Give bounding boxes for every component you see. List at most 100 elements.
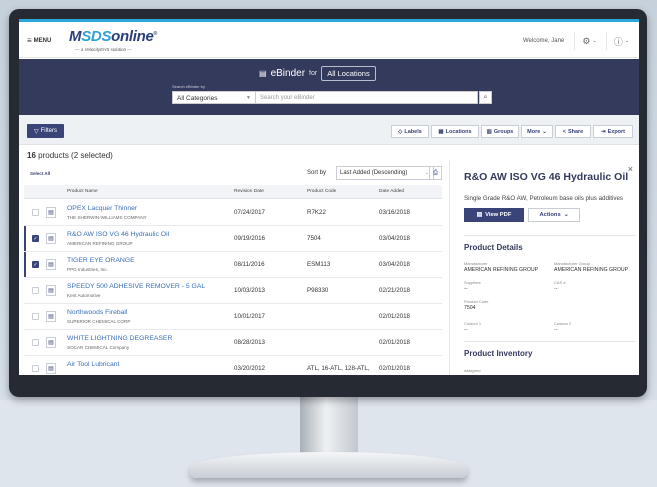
revision-date: 10/01/2017 (234, 313, 265, 320)
table-row[interactable]: ▤ Air Tool Lubricant 03/20/2012 ATL, 16-ATL… (24, 356, 442, 375)
document-icon[interactable]: ▤ (46, 337, 56, 348)
settings-menu[interactable]: ⚙ ⌄ (574, 32, 604, 50)
detail-description: Single Grade R&O AW, Petroleum base oils… (464, 195, 624, 202)
sort-select[interactable]: Last Added (Descending) ⌄ (336, 166, 434, 180)
row-checkbox[interactable] (32, 339, 39, 346)
labels-button[interactable]: ◇ Labels (391, 125, 429, 138)
revision-date: 09/19/2016 (234, 235, 265, 242)
product-name-link[interactable]: WHITE LIGHTNING DEGREASER (67, 335, 172, 342)
print-button[interactable]: ⎙ (429, 166, 442, 180)
revision-date: 10/03/2013 (234, 287, 265, 294)
product-name-link[interactable]: Northwoods Fireball (67, 309, 127, 316)
category-select[interactable]: All Categories ▼ (172, 91, 256, 104)
col-date-added[interactable]: Date Added (379, 189, 404, 194)
actions-button[interactable]: Actions ⌄ (528, 208, 580, 222)
custom2-label: Custom 2 (554, 321, 572, 326)
share-icon: < (562, 128, 566, 135)
col-revision-date[interactable]: Revision Date (234, 189, 264, 194)
cas-label: CAS # (554, 280, 566, 285)
monitor-screen: ≡ MENU MSDSonline® — a VelocityEHS solut… (19, 19, 639, 375)
manufacturer-name: Kent Automotive (67, 293, 101, 298)
product-name-link[interactable]: R&O AW ISO VG 46 Hydraulic Oil (67, 231, 169, 238)
filters-button[interactable]: ▽ Filters (27, 124, 64, 138)
manufacturer-name: THE SHERWIN-WILLIAMS COMPANY (67, 215, 147, 220)
close-icon[interactable]: × (628, 164, 633, 174)
product-name-link[interactable]: TIGER EYE ORANGE (67, 257, 135, 264)
chevron-down-icon: ⌄ (624, 38, 630, 44)
welcome-text: Welcome, Jane (523, 38, 565, 44)
export-icon: ⇥ (600, 128, 606, 135)
select-all-link[interactable]: Select All (30, 171, 50, 176)
share-button[interactable]: < Share (555, 125, 591, 138)
pdf-icon: ▤ (476, 212, 483, 218)
table-row[interactable]: ▤ SPEEDY 500 ADHESIVE REMOVER - 5 GAL Kent… (24, 278, 442, 304)
suppliers-label: Suppliers (464, 280, 481, 285)
logo[interactable]: MSDSonline® (69, 28, 157, 45)
chevron-down-icon: ⌄ (592, 38, 597, 44)
row-checkbox[interactable]: ✓ (32, 235, 39, 242)
row-checkbox[interactable] (32, 313, 39, 320)
row-checkbox[interactable] (32, 209, 39, 216)
document-icon[interactable]: ▤ (46, 207, 56, 218)
product-inventory-heading: Product Inventory (464, 349, 533, 358)
detail-pane: × R&O AW ISO VG 46 Hydraulic Oil Single … (449, 161, 639, 375)
product-code: ESM113 (307, 261, 331, 268)
table-header: Product Name Revision Date Product Code … (24, 185, 442, 199)
table-row[interactable]: ▤ OPEX Lacquer Thinner THE SHERWIN-WILLIAM… (24, 200, 442, 226)
document-icon[interactable]: ▤ (46, 363, 56, 374)
table-row[interactable]: ▤ WHITE LIGHTNING DEGREASER SOCAR CHEMICAL… (24, 330, 442, 356)
date-added: 02/21/2018 (379, 287, 410, 294)
chevron-down-icon: ⌄ (563, 212, 569, 218)
assigned-label: Assigned (464, 368, 481, 373)
groups-button[interactable]: ▥ Groups (481, 125, 519, 138)
col-product-name[interactable]: Product Name (67, 189, 98, 194)
table-row[interactable]: ✓ ▤ TIGER EYE ORANGE PPG Industries, Inc. 08… (24, 252, 442, 278)
filter-icon: ▽ (34, 128, 39, 135)
binder-icon: ▤ (259, 69, 267, 78)
mfr-group-value: AMERICAN REFINING GROUP (554, 267, 629, 273)
document-icon[interactable]: ▤ (46, 233, 56, 244)
product-name-link[interactable]: SPEEDY 500 ADHESIVE REMOVER - 5 GAL (67, 283, 205, 290)
toolbar: ▽ Filters ◇ Labels ▦ Locations ▥ Groups More… (19, 115, 639, 145)
search-input[interactable]: Search your eBinder (256, 91, 478, 104)
document-icon[interactable]: ▤ (46, 259, 56, 270)
row-checkbox[interactable] (32, 365, 39, 372)
col-product-code[interactable]: Product Code (307, 189, 336, 194)
help-icon: ⓘ (613, 36, 623, 47)
menu-button[interactable]: ≡ MENU (27, 36, 51, 45)
tag-icon: ◇ (398, 128, 403, 135)
print-icon: ⎙ (433, 169, 438, 176)
date-added: 02/01/2018 (379, 313, 410, 320)
custom1-value: -- (464, 327, 468, 333)
location-selector[interactable]: All Locations (321, 66, 376, 81)
product-count: 16 products (2 selected) (27, 151, 113, 160)
view-pdf-button[interactable]: ▤ View PDF (464, 208, 524, 222)
search-button[interactable]: ⌕ (479, 91, 492, 104)
manufacturer-name: SUPERIOR CHEMICAL CORP (67, 319, 131, 324)
more-button[interactable]: More ⌄ (521, 125, 553, 138)
monitor-stand-base (190, 452, 467, 478)
document-icon[interactable]: ▤ (46, 285, 56, 296)
product-name-link[interactable]: OPEX Lacquer Thinner (67, 205, 137, 212)
ebinder-title: ▤ eBinder for All Locations (259, 66, 376, 81)
document-icon[interactable]: ▤ (46, 311, 56, 322)
product-name-link[interactable]: Air Tool Lubricant (67, 361, 119, 368)
table-row[interactable]: ▤ Northwoods Fireball SUPERIOR CHEMICAL CO… (24, 304, 442, 330)
groups-icon: ▥ (486, 128, 492, 135)
app-header: ≡ MENU MSDSonline® — a VelocityEHS solut… (19, 22, 639, 58)
export-button[interactable]: ⇥ Export (593, 125, 633, 138)
help-menu[interactable]: ⓘ ⌄ (606, 32, 636, 50)
row-checkbox[interactable]: ✓ (32, 261, 39, 268)
custom1-label: Custom 1 (464, 321, 482, 326)
sort-by-label: Sort by (307, 170, 327, 176)
gear-icon: ⚙ (582, 35, 591, 46)
revision-date: 07/24/2017 (234, 209, 265, 216)
detail-title: R&O AW ISO VG 46 Hydraulic Oil (464, 171, 629, 183)
table-row[interactable]: ✓ ▤ R&O AW ISO VG 46 Hydraulic Oil AMERICAN… (24, 226, 442, 252)
row-checkbox[interactable] (32, 287, 39, 294)
divider (464, 341, 636, 342)
logo-tagline: — a VelocityEHS solution — (75, 47, 132, 52)
locations-button[interactable]: ▦ Locations (431, 125, 479, 138)
product-code: ATL, 16-ATL, 128-ATL, (307, 365, 370, 372)
date-added: 03/04/2018 (379, 261, 410, 268)
